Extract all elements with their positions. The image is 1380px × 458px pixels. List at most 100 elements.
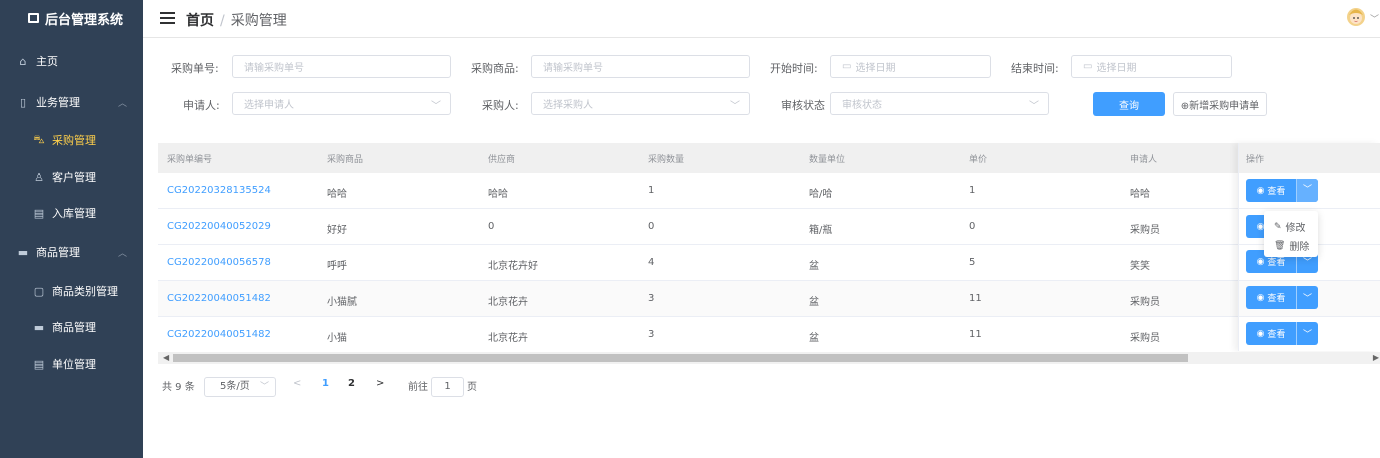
eye-icon: ◉ xyxy=(1256,292,1268,303)
table-row: CG20220040051482 小猫腻 北京花卉 3 盆 11 采购员 xyxy=(158,281,1380,317)
table-cell: 哈/哈 xyxy=(809,189,833,200)
applicant-placeholder: 选择申请人 xyxy=(244,100,294,111)
top-header: 首页 / 采购管理 ﹀ xyxy=(143,0,1380,38)
table-header: 采购单编号 采购商品 供应商 采购数量 数量单位 单价 申请人 操作 xyxy=(158,143,1380,173)
order-no-link[interactable]: CG20220040056578 xyxy=(167,257,271,268)
table-cell: 哈哈 xyxy=(1130,189,1150,200)
sidebar-item-label: 入库管理 xyxy=(52,207,96,220)
sidebar-item-stock-in[interactable]: ▤ 入库管理 xyxy=(0,198,143,228)
eye-icon: ◉ xyxy=(1256,256,1268,267)
business-icon: ▯ xyxy=(19,95,27,109)
breadcrumb-home[interactable]: 首页 xyxy=(186,13,214,29)
view-split-button[interactable]: ◉ 查看 ﹀ xyxy=(1246,286,1318,309)
page-number-2[interactable]: 2 xyxy=(348,378,355,389)
sidebar-item-label: 采购管理 xyxy=(52,134,96,147)
end-time-label: 结束时间: xyxy=(1011,62,1059,75)
delete-menu-item[interactable]: 🗑 删除 xyxy=(1264,236,1318,255)
sidebar-item-label: 商品管理 xyxy=(52,321,96,334)
horizontal-scrollbar[interactable]: ◀ ▶ xyxy=(158,352,1380,364)
column-header: 申请人 xyxy=(1130,155,1158,165)
table-cell: 采购员 xyxy=(1130,333,1160,344)
column-header: 单价 xyxy=(969,155,988,165)
view-split-button[interactable]: ◉ 查看 ﹀ xyxy=(1246,179,1318,202)
table-row: CG20220040056578 呼呼 北京花卉好 4 盆 5 笑笑 xyxy=(158,245,1380,281)
chevron-down-icon[interactable]: ﹀ xyxy=(1297,291,1318,304)
view-split-button[interactable]: ◉ 查看 ﹀ xyxy=(1246,322,1318,345)
scroll-right-icon[interactable]: ▶ xyxy=(1373,353,1379,362)
avatar[interactable] xyxy=(1346,6,1366,28)
page-suffix: 页 xyxy=(467,382,477,393)
breadcrumb-separator: / xyxy=(220,13,225,29)
order-no-link[interactable]: CG20220040051482 xyxy=(167,293,271,304)
table-cell: 哈哈 xyxy=(327,189,347,200)
chevron-down-icon[interactable]: ﹀ xyxy=(1297,179,1318,202)
calendar-icon: ▭ xyxy=(842,61,852,72)
column-header: 供应商 xyxy=(488,155,516,165)
status-select[interactable]: 审核状态 ﹀ xyxy=(830,92,1049,115)
chevron-down-icon[interactable]: ﹀ xyxy=(1370,12,1379,25)
scrollbar-thumb[interactable] xyxy=(173,354,1188,362)
sidebar-item-goods-group[interactable]: ▬ 商品管理 ︿ xyxy=(0,237,143,267)
page-number-1[interactable]: 1 xyxy=(322,378,329,389)
sidebar-item-goods[interactable]: ▬ 商品管理 xyxy=(0,312,143,342)
sidebar-item-purchase[interactable]: ⛍ 采购管理 xyxy=(0,125,143,155)
user-icon: ♙ xyxy=(34,170,44,184)
table-cell: 0 xyxy=(488,221,495,232)
goods-placeholder: 请输采购单号 xyxy=(543,63,603,74)
add-purchase-button[interactable]: ⊕新增采购申请单 xyxy=(1173,92,1267,116)
eye-icon: ◉ xyxy=(1256,185,1268,196)
table-cell: 箱/瓶 xyxy=(809,225,833,236)
view-label: 查看 xyxy=(1267,294,1286,304)
sidebar-item-business[interactable]: ▯ 业务管理 ︿ xyxy=(0,87,143,117)
table-cell: 北京花卉 xyxy=(488,297,528,308)
brand-title: 后台管理系统 xyxy=(45,12,124,28)
status-placeholder: 审核状态 xyxy=(842,100,882,111)
view-button[interactable]: ◉ 查看 xyxy=(1246,179,1297,202)
query-button[interactable]: 查询 xyxy=(1093,92,1165,116)
table-cell: 3 xyxy=(648,293,655,304)
table-cell: 笑笑 xyxy=(1130,261,1150,272)
view-button[interactable]: ◉ 查看 xyxy=(1246,322,1297,345)
page-size-select[interactable]: 5条/页 ﹀ xyxy=(204,377,276,397)
goods-label: 采购商品: xyxy=(471,62,519,75)
order-no-link[interactable]: CG20220040052029 xyxy=(167,221,271,232)
table-cell: 盆 xyxy=(809,261,819,272)
category-icon: ▢ xyxy=(33,284,45,298)
delete-label: 删除 xyxy=(1289,242,1310,253)
goods-icon: ▬ xyxy=(33,320,45,334)
start-date-picker[interactable]: ▭ 选择日期 xyxy=(830,55,991,78)
sidebar-item-label: 商品类别管理 xyxy=(52,285,118,298)
sidebar-item-customer[interactable]: ♙ 客户管理 xyxy=(0,162,143,192)
order-no-link[interactable]: CG20220328135524 xyxy=(167,185,271,196)
sidebar-item-unit[interactable]: ▤ 单位管理 xyxy=(0,349,143,379)
table-cell: 11 xyxy=(969,329,982,340)
buyer-select[interactable]: 选择采购人 ﹀ xyxy=(531,92,750,115)
edit-menu-item[interactable]: ✎ 修改 xyxy=(1264,217,1318,236)
trash-icon: 🗑 xyxy=(1274,240,1286,251)
goto-page-input[interactable]: 1 xyxy=(431,377,464,397)
sidebar-item-home[interactable]: ⌂ 主页 xyxy=(0,46,143,76)
edit-label: 修改 xyxy=(1285,223,1306,234)
next-page-icon[interactable]: > xyxy=(376,378,384,389)
view-button[interactable]: ◉ 查看 xyxy=(1246,286,1297,309)
prev-page-icon[interactable]: < xyxy=(293,378,301,389)
column-header: 采购商品 xyxy=(327,155,364,165)
column-header: 采购数量 xyxy=(648,155,685,165)
chevron-down-icon[interactable]: ﹀ xyxy=(1297,327,1318,340)
sidebar-item-label: 单位管理 xyxy=(52,358,96,371)
order-no-link[interactable]: CG20220040051482 xyxy=(167,329,271,340)
order-no-input[interactable]: 请输采购单号 xyxy=(232,55,451,78)
menu-toggle-icon[interactable] xyxy=(160,12,175,25)
goods-icon: ▬ xyxy=(17,245,29,259)
page-size-value: 5条/页 xyxy=(220,381,250,392)
home-icon: ⌂ xyxy=(19,54,27,68)
chevron-down-icon: ﹀ xyxy=(730,101,740,112)
table-row: CG20220040052029 好好 0 0 箱/瓶 0 采购员 xyxy=(158,209,1380,245)
sidebar-item-label: 业务管理 xyxy=(36,96,80,109)
end-date-picker[interactable]: ▭ 选择日期 xyxy=(1071,55,1232,78)
goods-input[interactable]: 请输采购单号 xyxy=(531,55,750,78)
scroll-left-icon[interactable]: ◀ xyxy=(163,353,169,362)
applicant-select[interactable]: 选择申请人 ﹀ xyxy=(232,92,451,115)
table-cell: 好好 xyxy=(327,225,347,236)
sidebar-item-category[interactable]: ▢ 商品类别管理 xyxy=(0,276,143,306)
